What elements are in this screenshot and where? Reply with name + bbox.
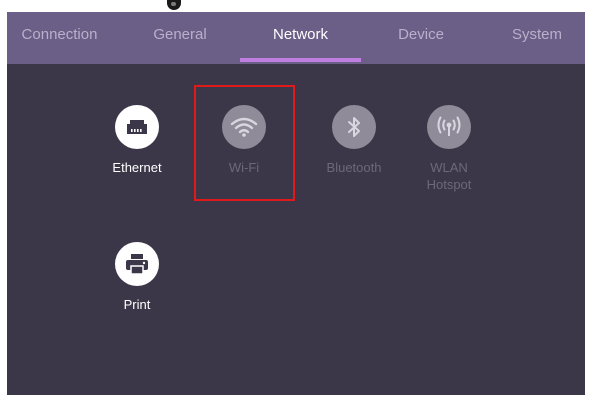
tab-network[interactable]: Network [240,12,361,64]
bluetooth-icon [332,105,376,149]
top-strip [0,0,592,12]
tab-system[interactable]: System [489,12,585,64]
active-tab-indicator [240,58,361,62]
print-label: Print [123,297,151,312]
selection-highlight [194,85,295,201]
wlan-hotspot-item[interactable]: WLAN Hotspot [409,105,489,193]
tab-bar: Connection General Network Device System [7,12,585,64]
bluetooth-label: Bluetooth [326,160,382,175]
tab-general[interactable]: General [125,12,235,64]
ethernet-icon [115,105,159,149]
settings-screen: Connection General Network Device System… [7,12,585,395]
print-item[interactable]: Print [97,242,177,313]
tab-connection[interactable]: Connection [7,12,112,64]
bluetooth-item[interactable]: Bluetooth [314,105,394,176]
tab-device[interactable]: Device [369,12,473,64]
ethernet-item[interactable]: Ethernet [97,105,177,176]
printer-icon [115,242,159,286]
hotspot-icon [427,105,471,149]
wlan-hotspot-label: WLAN Hotspot [426,160,472,192]
ethernet-label: Ethernet [112,160,162,175]
